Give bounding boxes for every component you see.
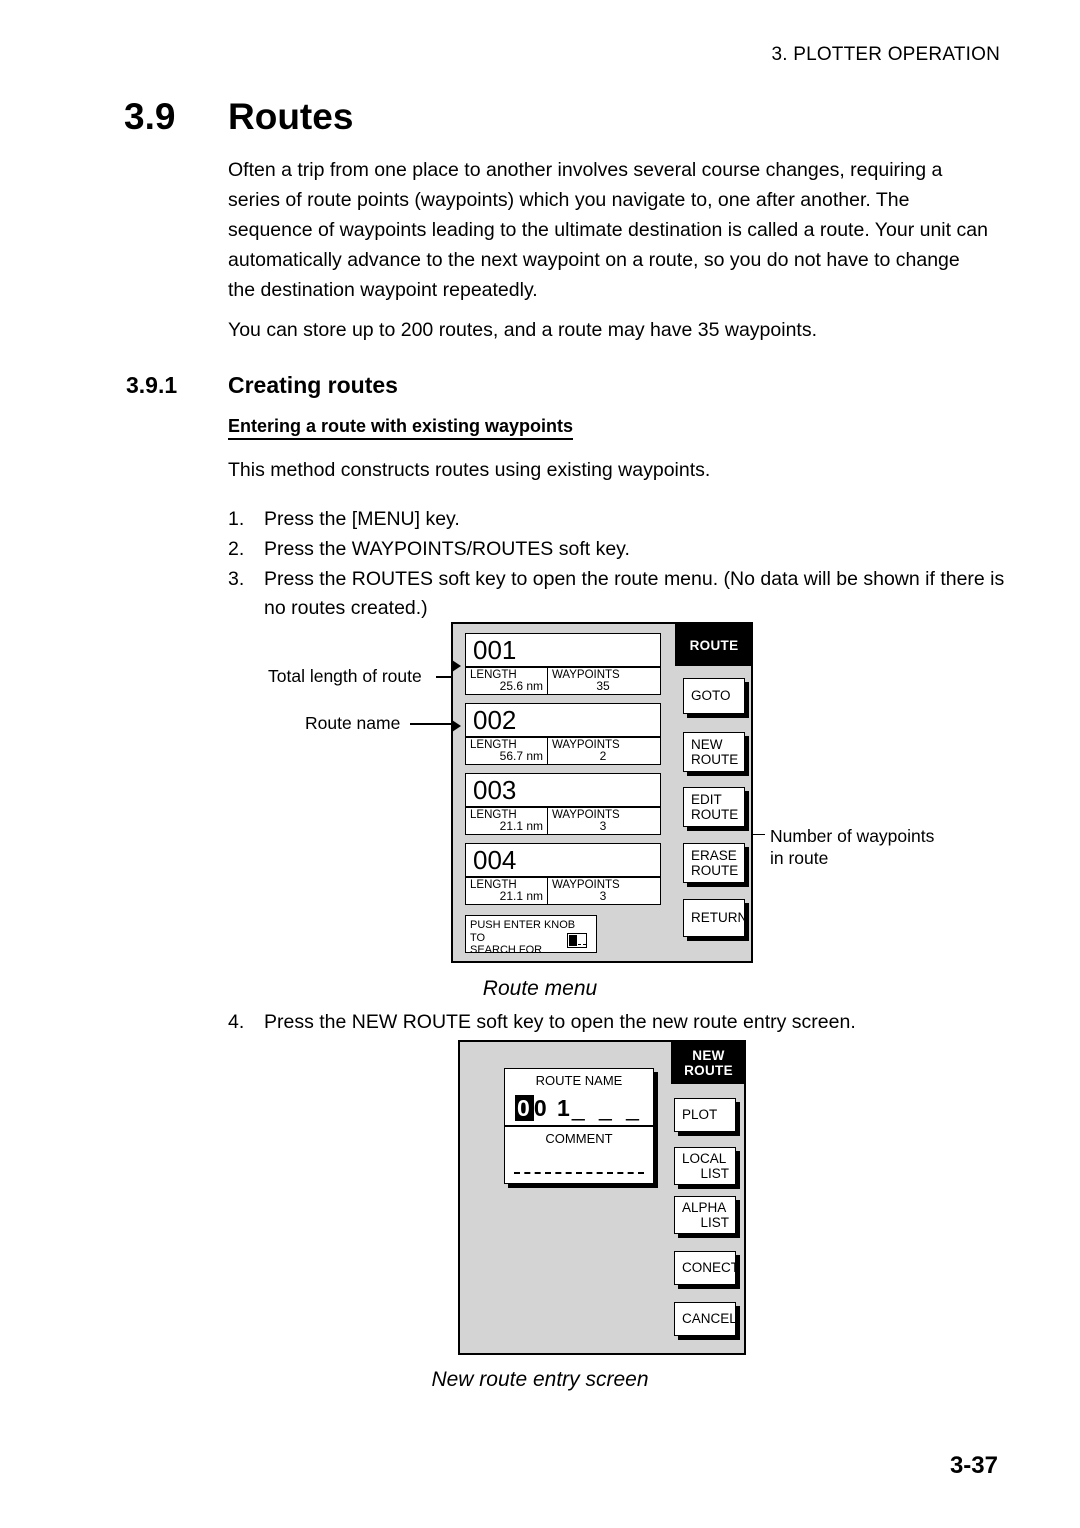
softkey-label-line1: EDIT: [691, 791, 722, 807]
route-name-field[interactable]: ROUTE NAME 00 1_ _ _: [504, 1068, 654, 1126]
length-value: 21.1 nm: [499, 819, 543, 833]
softkey-label: GOTO: [691, 688, 731, 704]
list-item: 2. Press the WAYPOINTS/ROUTES soft key.: [228, 535, 1018, 564]
route-name-label: 002: [473, 704, 517, 735]
bold-subheading: Entering a route with existing waypoints: [228, 416, 574, 440]
step-text: Press the ROUTES soft key to open the ro…: [264, 568, 1005, 619]
comment-label: COMMENT: [545, 1131, 613, 1146]
route-name-value: 00 1_ _ _: [505, 1095, 653, 1122]
waypoints-value: 3: [599, 889, 607, 903]
length-value: 56.7 nm: [499, 749, 543, 763]
new-route-title-line2: ROUTE: [684, 1063, 733, 1078]
list-cursor-icon: [452, 720, 461, 732]
softkey-edit-route[interactable]: EDIT ROUTE: [683, 787, 745, 827]
push-enter-line1: PUSH ENTER KNOB TO: [470, 919, 576, 944]
list-item: 1. Press the [MENU] key.: [228, 505, 1018, 534]
softkey-label-line2: ROUTE: [691, 807, 739, 822]
softkey-label-line2: ROUTE: [691, 752, 739, 767]
page-number: 3-37: [949, 1452, 998, 1479]
callout-num-waypoints-line1: Number of waypoints: [770, 826, 935, 846]
length-value: 21.1 nm: [499, 889, 543, 903]
push-enter-knob-box: PUSH ENTER KNOB TO SEARCH FOR: [465, 915, 597, 956]
intro-paragraph: Often a trip from one place to another i…: [228, 159, 988, 301]
callout-num-waypoints: Number of waypoints in route: [770, 825, 934, 869]
step-number: 1.: [228, 508, 245, 530]
softkey-return[interactable]: RETURN: [683, 899, 748, 937]
section-title: Routes: [228, 96, 354, 137]
search-cursor-icon: [567, 933, 587, 948]
list-cursor-icon: [452, 660, 461, 672]
softkey-label: CONECT: [682, 1260, 739, 1276]
step-number: 2.: [228, 538, 245, 560]
step-text: Press the [MENU] key.: [264, 508, 460, 530]
softkey-label: PLOT: [682, 1107, 718, 1123]
route-name-cursor: 0: [515, 1095, 534, 1121]
softkey-label: RETURN: [691, 910, 748, 926]
list-item: 4. Press the NEW ROUTE soft key to open …: [228, 1008, 1028, 1037]
route-data-002: LENGTH 56.7 nm WAYPOINTS 2: [465, 737, 661, 765]
step-number: 4.: [228, 1011, 245, 1033]
callout-num-waypoints-line2: in route: [770, 848, 829, 868]
softkey-goto[interactable]: GOTO: [683, 678, 745, 714]
comment-dashed-line: [514, 1172, 644, 1174]
subsection-number: 3.9.1: [126, 372, 178, 398]
softkey-label-line1: LOCAL: [682, 1150, 727, 1166]
softkey-alpha-list[interactable]: ALPHA LIST: [674, 1196, 736, 1234]
softkey-label-line1: ALPHA: [682, 1199, 727, 1215]
route-data-003: LENGTH 21.1 nm WAYPOINTS 3: [465, 807, 661, 835]
list-item: 3. Press the ROUTES soft key to open the…: [228, 565, 1018, 623]
route-name-blanks: _ _ _: [571, 1095, 643, 1121]
waypoints-value: 2: [599, 749, 607, 763]
new-route-panel: NEW ROUTE ROUTE NAME 00 1_ _ _ COMMENT P…: [458, 1040, 746, 1355]
softkey-new-route[interactable]: NEW ROUTE: [683, 732, 745, 772]
comment-field[interactable]: COMMENT: [504, 1126, 654, 1184]
section-heading: 3.9 Routes: [124, 96, 984, 138]
softkey-label-line2: LIST: [700, 1166, 729, 1181]
step-text: Press the WAYPOINTS/ROUTES soft key.: [264, 538, 630, 560]
softkey-label-line1: ERASE: [691, 847, 737, 863]
route-data-001: LENGTH 25.6 nm WAYPOINTS 35: [465, 667, 661, 695]
softkey-label-line1: NEW: [691, 736, 723, 752]
softkey-label-line2: LIST: [700, 1215, 729, 1230]
figure-caption-new-route: New route entry screen: [431, 1368, 649, 1391]
softkey-label-line2: ROUTE: [691, 863, 739, 878]
route-name-002[interactable]: 002: [465, 703, 661, 737]
route-name-003[interactable]: 003: [465, 773, 661, 807]
waypoints-value: 3: [599, 819, 607, 833]
route-name-rest: 0 1: [533, 1095, 572, 1121]
new-route-title-bar: NEW ROUTE: [671, 1042, 746, 1084]
route-menu-title-label: ROUTE: [689, 637, 739, 653]
route-name-label: 004: [473, 844, 517, 875]
steps-list: 1. Press the [MENU] key. 2. Press the WA…: [228, 505, 1018, 624]
route-name-001[interactable]: 001: [465, 633, 661, 667]
method-paragraph: This method constructs routes using exis…: [228, 459, 711, 481]
route-name-label: ROUTE NAME: [535, 1073, 623, 1088]
waypoints-value: 35: [596, 679, 610, 693]
softkey-local-list[interactable]: LOCAL LIST: [674, 1147, 736, 1185]
softkey-label: CANCEL: [682, 1311, 737, 1327]
route-menu-panel: ROUTE 001 LENGTH 25.6 nm WAYPOINTS 35 00…: [451, 622, 753, 963]
callout-route-name: Route name: [305, 713, 401, 733]
callout-total-length: Total length of route: [268, 666, 422, 686]
length-value: 25.6 nm: [499, 679, 543, 693]
softkey-conect[interactable]: CONECT: [674, 1251, 739, 1285]
new-route-title-line1: NEW: [692, 1048, 725, 1063]
route-name-label: 003: [473, 774, 517, 805]
running-header: 3. PLOTTER OPERATION: [771, 44, 1000, 65]
push-enter-line2: SEARCH FOR: [470, 944, 543, 956]
subsection-title: Creating routes: [228, 372, 398, 398]
softkey-erase-route[interactable]: ERASE ROUTE: [683, 843, 745, 883]
subsection-heading: 3.9.1 Creating routes: [126, 372, 986, 399]
route-name-004[interactable]: 004: [465, 843, 661, 877]
softkey-cancel[interactable]: CANCEL: [674, 1302, 737, 1336]
route-name-label: 001: [473, 634, 517, 665]
route-data-004: LENGTH 21.1 nm WAYPOINTS 3: [465, 877, 661, 905]
softkey-plot[interactable]: PLOT: [674, 1098, 736, 1132]
route-menu-title-bar: ROUTE: [675, 624, 753, 666]
step-number: 3.: [228, 568, 245, 590]
section-number: 3.9: [124, 96, 176, 137]
step-text: Press the NEW ROUTE soft key to open the…: [264, 1011, 856, 1033]
figure-caption-route-menu: Route menu: [482, 977, 598, 1000]
capacity-paragraph: You can store up to 200 routes, and a ro…: [228, 319, 817, 341]
